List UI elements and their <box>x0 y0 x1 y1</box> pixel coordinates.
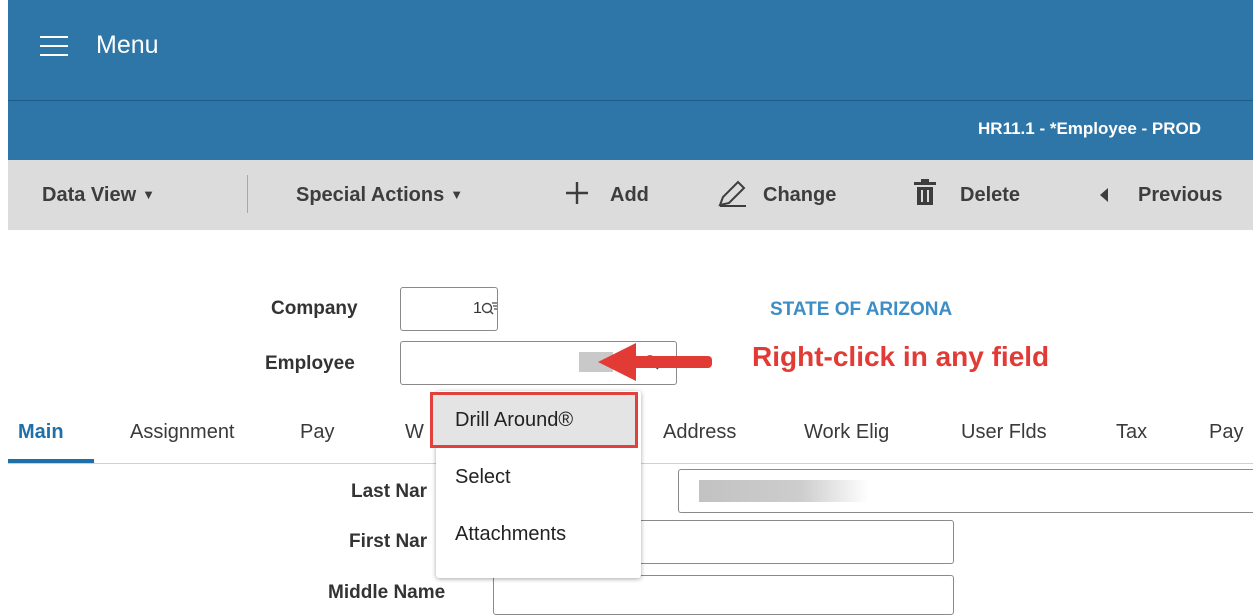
tab-main[interactable]: Main <box>18 421 64 444</box>
menu-item-attachments[interactable]: Attachments <box>455 523 566 546</box>
special-actions-label: Special Actions <box>296 184 445 206</box>
caret-down-icon: ▼ <box>142 187 155 202</box>
tab-w[interactable]: W <box>405 421 424 444</box>
caret-down-icon: ▼ <box>450 187 464 202</box>
previous-button[interactable]: Previous <box>1138 184 1222 207</box>
toolbar-divider <box>247 175 248 213</box>
company-label: Company <box>271 298 358 319</box>
annotation-arrow-icon <box>598 343 712 381</box>
special-actions-menu[interactable]: Special Actions ▼ <box>296 184 463 207</box>
company-name: STATE OF ARIZONA <box>770 299 953 320</box>
hamburger-menu-icon[interactable] <box>40 36 68 56</box>
active-tab-indicator <box>8 459 94 463</box>
first-name-label: First Nar <box>349 531 428 552</box>
tab-tax[interactable]: Tax <box>1116 421 1147 444</box>
company-field[interactable]: 1 <box>400 287 498 331</box>
data-view-menu[interactable]: Data View ▼ <box>42 184 155 207</box>
menu-item-drill-around[interactable]: Drill Around® <box>455 409 573 432</box>
tab-work-elig[interactable]: Work Elig <box>804 421 889 444</box>
tab-address[interactable]: Address <box>663 421 736 444</box>
redacted-value <box>699 480 869 502</box>
employee-label: Employee <box>265 353 355 374</box>
add-button[interactable]: Add <box>610 184 649 207</box>
tab-assignment[interactable]: Assignment <box>130 421 235 444</box>
triangle-left-icon[interactable] <box>1098 187 1110 203</box>
menu-label[interactable]: Menu <box>96 31 159 60</box>
pencil-icon[interactable] <box>716 178 750 210</box>
tab-pay[interactable]: Pay <box>300 421 334 444</box>
app-header <box>8 0 1253 100</box>
change-button[interactable]: Change <box>763 184 836 207</box>
menu-item-select[interactable]: Select <box>455 466 511 489</box>
trash-icon[interactable] <box>912 178 938 210</box>
middle-name-field[interactable] <box>493 575 954 615</box>
middle-name-label: Middle Name <box>328 582 446 603</box>
tab-pay-2[interactable]: Pay <box>1209 421 1243 444</box>
last-name-label: Last Nar <box>351 481 428 502</box>
search-list-icon[interactable] <box>481 300 497 318</box>
form-title: HR11.1 - *Employee - PROD <box>978 119 1201 138</box>
add-icon[interactable] <box>563 178 591 208</box>
last-name-field[interactable] <box>678 469 1253 513</box>
delete-button[interactable]: Delete <box>960 184 1020 207</box>
data-view-label: Data View <box>42 184 137 206</box>
annotation-text: Right-click in any field <box>752 341 1050 372</box>
tab-user-flds[interactable]: User Flds <box>961 421 1047 444</box>
